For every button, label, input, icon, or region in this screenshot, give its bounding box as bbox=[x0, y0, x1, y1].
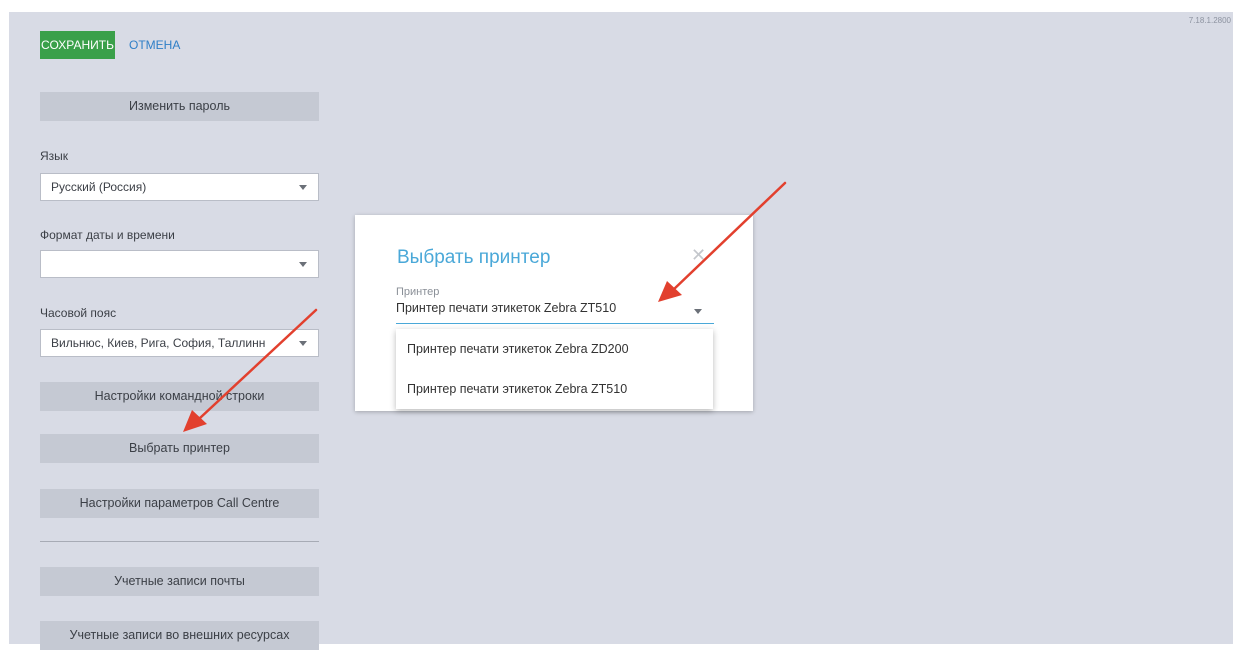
mail-accounts-button[interactable]: Учетные записи почты bbox=[40, 567, 319, 596]
chevron-down-icon bbox=[299, 185, 307, 190]
language-select[interactable]: Русский (Россия) bbox=[40, 173, 319, 201]
chevron-down-icon[interactable] bbox=[694, 309, 702, 314]
printer-input-value: Принтер печати этикеток Zebra ZT510 bbox=[396, 301, 617, 315]
language-value: Русский (Россия) bbox=[51, 180, 147, 194]
call-centre-settings-button[interactable]: Настройки параметров Call Centre bbox=[40, 489, 319, 518]
settings-page: 7.18.1.2800 СОХРАНИТЬ ОТМЕНА Изменить па… bbox=[9, 12, 1233, 650]
datetime-format-label: Формат даты и времени bbox=[40, 228, 175, 242]
language-label: Язык bbox=[40, 149, 69, 163]
chevron-down-icon bbox=[299, 341, 307, 346]
timezone-value: Вильнюс, Киев, Рига, София, Таллинн bbox=[51, 336, 266, 350]
divider bbox=[40, 541, 319, 542]
printer-option-zd200[interactable]: Принтер печати этикеток Zebra ZD200 bbox=[396, 329, 713, 369]
printer-field-label: Принтер bbox=[396, 286, 440, 298]
timezone-select[interactable]: Вильнюс, Киев, Рига, София, Таллинн bbox=[40, 329, 319, 357]
timezone-label: Часовой пояс bbox=[40, 306, 117, 320]
printer-input[interactable]: Принтер печати этикеток Zebra ZT510 bbox=[396, 301, 714, 324]
chevron-down-icon bbox=[299, 262, 307, 267]
version-label: 7.18.1.2800 bbox=[1188, 16, 1231, 25]
datetime-format-select[interactable] bbox=[40, 250, 319, 278]
select-printer-button[interactable]: Выбрать принтер bbox=[40, 434, 319, 463]
printer-dropdown: Принтер печати этикеток Zebra ZD200 Прин… bbox=[396, 329, 713, 409]
change-password-button[interactable]: Изменить пароль bbox=[40, 92, 319, 121]
cancel-button[interactable]: ОТМЕНА bbox=[129, 31, 180, 59]
dialog-title: Выбрать принтер bbox=[397, 247, 551, 268]
printer-option-zt510[interactable]: Принтер печати этикеток Zebra ZT510 bbox=[396, 369, 713, 409]
save-button[interactable]: СОХРАНИТЬ bbox=[40, 31, 115, 59]
external-accounts-button[interactable]: Учетные записи во внешних ресурсах bbox=[40, 621, 319, 650]
close-icon[interactable]: ✕ bbox=[691, 245, 706, 266]
command-line-settings-button[interactable]: Настройки командной строки bbox=[40, 382, 319, 411]
